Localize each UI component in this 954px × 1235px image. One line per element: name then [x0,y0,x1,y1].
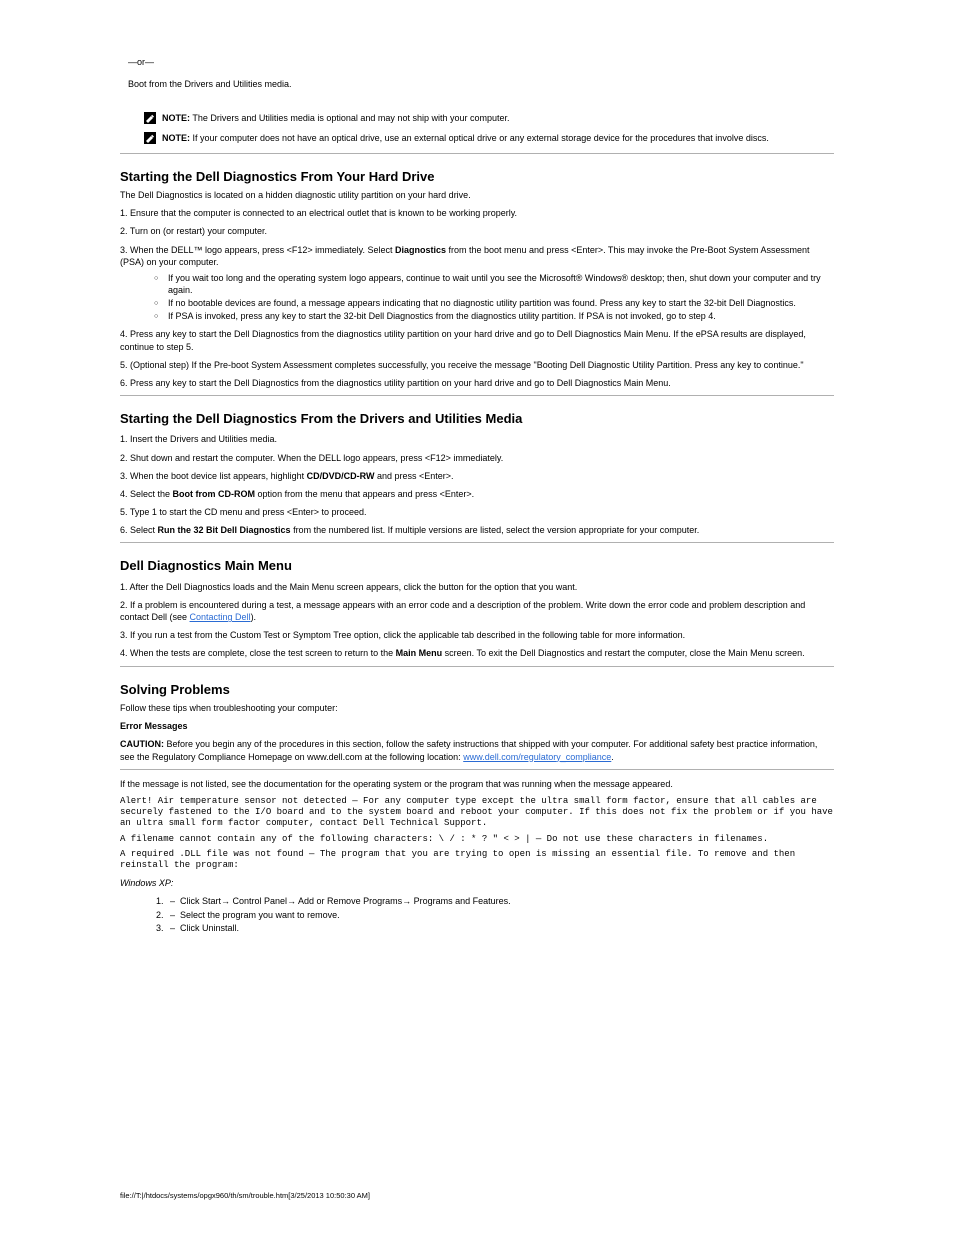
menu-step-1: 1. After the Dell Diagnostics loads and … [120,581,834,593]
net-step-3: 3. When the DELL™ logo appears, press <F… [120,244,834,268]
note-2-text: NOTE: If your computer does not have an … [162,132,769,144]
note-1-body: The Drivers and Utilities media is optio… [192,113,509,123]
solving-intro: Follow these tips when troubleshooting y… [120,702,834,714]
net-sub-1: If no bootable devices are found, a mess… [168,297,834,309]
net-step-5: 5. (Optional step) If the Pre-boot Syste… [120,359,834,371]
xp-step-2: –Select the program you want to remove. [180,909,834,921]
err-head: Error Messages [120,720,834,732]
cmd-boot-media: Boot from the Drivers and Utilities medi… [128,78,834,90]
head-cd: Starting the Dell Diagnostics From the D… [120,410,834,428]
note-row-2: NOTE: If your computer does not have an … [120,132,834,144]
menu-step-2: 2. If a problem is encountered during a … [120,599,834,623]
net-step-6: 6. Press any key to start the Dell Diagn… [120,377,834,389]
cd-s6c: from the numbered list. If multiple vers… [291,525,700,535]
divider-3 [120,542,834,543]
net-s3a: 3. When the DELL™ logo appears, press <F… [120,245,395,255]
note-label-2: NOTE: [162,133,190,143]
cd-step-4: 4. Select the Boot from CD-ROM option fr… [120,488,834,500]
divider-2 [120,395,834,396]
cd-s4a: 4. Select the [120,489,173,499]
xp-step-1-text: Click Start→ Control Panel→ Add or Remov… [180,896,511,906]
code-0: Alert! Air temperature sensor not detect… [120,796,834,830]
xp-step-3-text: Click Uninstall. [180,923,239,933]
note-1-text: NOTE: The Drivers and Utilities media is… [162,112,510,124]
cd-step-2: 2. Shut down and restart the computer. W… [120,452,834,464]
cd-s4c: option from the menu that appears and pr… [255,489,474,499]
menu-step-4: 4. When the tests are complete, close th… [120,647,834,659]
cd-s6a: 6. Select [120,525,158,535]
cd-s3b: CD/DVD/CD-RW [307,471,375,481]
note-row-1: NOTE: The Drivers and Utilities media is… [120,112,834,124]
cd-step-1: 1. Insert the Drivers and Utilities medi… [120,433,834,445]
note-label-1: NOTE: [162,113,190,123]
net-sub-2: If PSA is invoked, press any key to star… [168,310,834,322]
net-sub-list: If you wait too long and the operating s… [120,272,834,323]
cd-s3c: and press <Enter>. [374,471,453,481]
cd-step-5: 5. Type 1 to start the CD menu and press… [120,506,834,518]
net-step-1: 1. Ensure that the computer is connected… [120,207,834,219]
net-sub-0: If you wait too long and the operating s… [168,272,834,296]
cd-s3a: 3. When the boot device list appears, hi… [120,471,307,481]
head-menu: Dell Diagnostics Main Menu [120,557,834,575]
head-solving: Solving Problems [120,681,834,699]
footer-path: file://T:|/htdocs/systems/opgx960/th/sm/… [120,1191,370,1201]
regulatory-link[interactable]: www.dell.com/regulatory_compliance [463,752,611,762]
cd-step-6: 6. Select Run the 32 Bit Dell Diagnostic… [120,524,834,536]
prompt-or: —or— [128,56,834,68]
xp-step-3: –Click Uninstall. [180,922,834,934]
head-network: Starting the Dell Diagnostics From Your … [120,168,834,186]
note-2-body: If your computer does not have an optica… [193,133,769,143]
caution-end: . [611,752,614,762]
caution-label: CAUTION: [120,739,164,749]
divider-5 [120,769,834,770]
net-intro: The Dell Diagnostics is located on a hid… [120,189,834,201]
cd-step-3: 3. When the boot device list appears, hi… [120,470,834,482]
menu-s4b: Main Menu [396,648,443,658]
note-listed: If the message is not listed, see the do… [120,778,834,790]
cd-s6b: Run the 32 Bit Dell Diagnostics [158,525,291,535]
caution-block: CAUTION: Before you begin any of the pro… [120,738,834,762]
error-msgs: Alert! Air temperature sensor not detect… [120,796,834,872]
code-2: A required .DLL file was not found — The… [120,849,834,872]
cd-s4b: Boot from CD-ROM [173,489,256,499]
menu-s4a: 4. When the tests are complete, close th… [120,648,396,658]
contacting-dell-link[interactable]: Contacting Dell [190,612,251,622]
note-icon [144,132,156,144]
menu-step-3: 3. If you run a test from the Custom Tes… [120,629,834,641]
menu-s4c: screen. To exit the Dell Diagnostics and… [442,648,805,658]
xp-step-2-text: Select the program you want to remove. [180,910,340,920]
code-1: A filename cannot contain any of the fol… [120,834,834,845]
note-icon [144,112,156,124]
menu-s2b: ). [251,612,257,622]
xp-head: Windows XP: [120,877,834,889]
net-step-4: 4. Press any key to start the Dell Diagn… [120,328,834,352]
xp-steps: –Click Start→ Control Panel→ Add or Remo… [120,895,834,933]
xp-step-1: –Click Start→ Control Panel→ Add or Remo… [180,895,834,907]
net-step-2: 2. Turn on (or restart) your computer. [120,225,834,237]
divider-1 [120,153,834,154]
divider-4 [120,666,834,667]
net-s3b: Diagnostics [395,245,446,255]
footer: file://T:|/htdocs/systems/opgx960/th/sm/… [120,1191,834,1201]
